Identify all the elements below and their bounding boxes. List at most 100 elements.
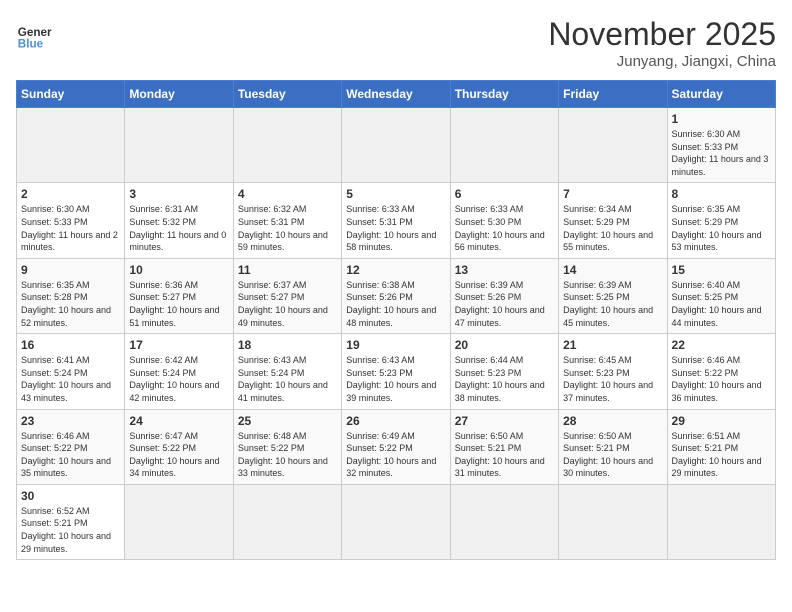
calendar-cell: 2 Sunrise: 6:30 AM Sunset: 5:33 PM Daylig… — [17, 183, 125, 258]
day-number: 30 — [21, 489, 120, 503]
calendar-week-0: 1Sunrise: 6:30 AM Sunset: 5:33 PM Daylig… — [17, 108, 776, 183]
day-number: 9 — [21, 263, 120, 277]
day-info: Sunrise: 6:33 AM Sunset: 5:31 PM Dayligh… — [346, 203, 445, 253]
day-number: 28 — [563, 414, 662, 428]
weekday-header-friday: Friday — [559, 81, 667, 108]
day-info: Sunrise: 6:44 AM Sunset: 5:23 PM Dayligh… — [455, 354, 554, 404]
calendar-cell: 24 Sunrise: 6:47 AM Sunset: 5:22 PM Dayli… — [125, 409, 233, 484]
calendar-week-2: 9 Sunrise: 6:35 AM Sunset: 5:28 PM Daylig… — [17, 258, 776, 333]
calendar-body: 1Sunrise: 6:30 AM Sunset: 5:33 PM Daylig… — [17, 108, 776, 560]
day-info: Sunrise: 6:39 AM Sunset: 5:26 PM Dayligh… — [455, 279, 554, 329]
day-info: Sunrise: 6:30 AM Sunset: 5:33 PM Dayligh… — [21, 203, 120, 253]
calendar-cell: 5 Sunrise: 6:33 AM Sunset: 5:31 PM Daylig… — [342, 183, 450, 258]
day-number: 29 — [672, 414, 771, 428]
day-info: Sunrise: 6:48 AM Sunset: 5:22 PM Dayligh… — [238, 430, 337, 480]
weekday-header-sunday: Sunday — [17, 81, 125, 108]
day-number: 20 — [455, 338, 554, 352]
day-number: 16 — [21, 338, 120, 352]
calendar-cell: 30 Sunrise: 6:52 AM Sunset: 5:21 PM Dayli… — [17, 484, 125, 559]
weekday-header-monday: Monday — [125, 81, 233, 108]
day-number: 27 — [455, 414, 554, 428]
day-number: 19 — [346, 338, 445, 352]
calendar-table: SundayMondayTuesdayWednesdayThursdayFrid… — [16, 80, 776, 560]
day-info: Sunrise: 6:39 AM Sunset: 5:25 PM Dayligh… — [563, 279, 662, 329]
calendar-cell: 1Sunrise: 6:30 AM Sunset: 5:33 PM Daylig… — [667, 108, 775, 183]
day-number: 23 — [21, 414, 120, 428]
weekday-header-thursday: Thursday — [450, 81, 558, 108]
calendar-cell — [559, 484, 667, 559]
page-header: General Blue November 2025 Junyang, Jian… — [16, 16, 776, 70]
calendar-cell — [559, 108, 667, 183]
calendar-cell: 26 Sunrise: 6:49 AM Sunset: 5:22 PM Dayli… — [342, 409, 450, 484]
day-number: 10 — [129, 263, 228, 277]
calendar-cell: 17 Sunrise: 6:42 AM Sunset: 5:24 PM Dayli… — [125, 334, 233, 409]
day-number: 5 — [346, 187, 445, 201]
calendar-week-1: 2 Sunrise: 6:30 AM Sunset: 5:33 PM Daylig… — [17, 183, 776, 258]
day-info: Sunrise: 6:32 AM Sunset: 5:31 PM Dayligh… — [238, 203, 337, 253]
day-info: Sunrise: 6:37 AM Sunset: 5:27 PM Dayligh… — [238, 279, 337, 329]
calendar-cell: 7Sunrise: 6:34 AM Sunset: 5:29 PM Daylig… — [559, 183, 667, 258]
day-number: 21 — [563, 338, 662, 352]
calendar-cell: 9 Sunrise: 6:35 AM Sunset: 5:28 PM Daylig… — [17, 258, 125, 333]
logo-icon: General Blue — [16, 16, 52, 52]
day-number: 17 — [129, 338, 228, 352]
weekday-header-tuesday: Tuesday — [233, 81, 341, 108]
calendar-cell: 29 Sunrise: 6:51 AM Sunset: 5:21 PM Dayli… — [667, 409, 775, 484]
day-info: Sunrise: 6:35 AM Sunset: 5:28 PM Dayligh… — [21, 279, 120, 329]
calendar-cell: 18 Sunrise: 6:43 AM Sunset: 5:24 PM Dayli… — [233, 334, 341, 409]
day-info: Sunrise: 6:45 AM Sunset: 5:23 PM Dayligh… — [563, 354, 662, 404]
day-info: Sunrise: 6:43 AM Sunset: 5:23 PM Dayligh… — [346, 354, 445, 404]
weekday-header-wednesday: Wednesday — [342, 81, 450, 108]
title-block: November 2025 Junyang, Jiangxi, China — [548, 16, 776, 70]
calendar-cell: 13Sunrise: 6:39 AM Sunset: 5:26 PM Dayli… — [450, 258, 558, 333]
calendar-cell: 27 Sunrise: 6:50 AM Sunset: 5:21 PM Dayli… — [450, 409, 558, 484]
calendar-cell: 10Sunrise: 6:36 AM Sunset: 5:27 PM Dayli… — [125, 258, 233, 333]
day-info: Sunrise: 6:42 AM Sunset: 5:24 PM Dayligh… — [129, 354, 228, 404]
calendar-cell: 8 Sunrise: 6:35 AM Sunset: 5:29 PM Daylig… — [667, 183, 775, 258]
day-number: 8 — [672, 187, 771, 201]
calendar-cell: 28Sunrise: 6:50 AM Sunset: 5:21 PM Dayli… — [559, 409, 667, 484]
day-number: 15 — [672, 263, 771, 277]
day-number: 18 — [238, 338, 337, 352]
calendar-cell: 19 Sunrise: 6:43 AM Sunset: 5:23 PM Dayli… — [342, 334, 450, 409]
calendar-cell: 23Sunrise: 6:46 AM Sunset: 5:22 PM Dayli… — [17, 409, 125, 484]
calendar-cell — [667, 484, 775, 559]
day-number: 3 — [129, 187, 228, 201]
calendar-cell: 16Sunrise: 6:41 AM Sunset: 5:24 PM Dayli… — [17, 334, 125, 409]
calendar-cell: 14 Sunrise: 6:39 AM Sunset: 5:25 PM Dayli… — [559, 258, 667, 333]
calendar-cell: 15Sunrise: 6:40 AM Sunset: 5:25 PM Dayli… — [667, 258, 775, 333]
day-info: Sunrise: 6:50 AM Sunset: 5:21 PM Dayligh… — [455, 430, 554, 480]
calendar-cell: 12Sunrise: 6:38 AM Sunset: 5:26 PM Dayli… — [342, 258, 450, 333]
day-info: Sunrise: 6:38 AM Sunset: 5:26 PM Dayligh… — [346, 279, 445, 329]
weekday-header-row: SundayMondayTuesdayWednesdayThursdayFrid… — [17, 81, 776, 108]
day-number: 26 — [346, 414, 445, 428]
svg-text:Blue: Blue — [18, 38, 44, 51]
calendar-cell: 4 Sunrise: 6:32 AM Sunset: 5:31 PM Daylig… — [233, 183, 341, 258]
calendar-cell: 3Sunrise: 6:31 AM Sunset: 5:32 PM Daylig… — [125, 183, 233, 258]
calendar-cell: 25Sunrise: 6:48 AM Sunset: 5:22 PM Dayli… — [233, 409, 341, 484]
calendar-week-4: 23Sunrise: 6:46 AM Sunset: 5:22 PM Dayli… — [17, 409, 776, 484]
day-number: 24 — [129, 414, 228, 428]
calendar-cell — [233, 108, 341, 183]
day-info: Sunrise: 6:47 AM Sunset: 5:22 PM Dayligh… — [129, 430, 228, 480]
calendar-week-3: 16Sunrise: 6:41 AM Sunset: 5:24 PM Dayli… — [17, 334, 776, 409]
weekday-header-saturday: Saturday — [667, 81, 775, 108]
day-info: Sunrise: 6:43 AM Sunset: 5:24 PM Dayligh… — [238, 354, 337, 404]
calendar-cell — [125, 484, 233, 559]
calendar-cell: 6Sunrise: 6:33 AM Sunset: 5:30 PM Daylig… — [450, 183, 558, 258]
day-number: 2 — [21, 187, 120, 201]
month-title: November 2025 — [548, 16, 776, 53]
day-info: Sunrise: 6:49 AM Sunset: 5:22 PM Dayligh… — [346, 430, 445, 480]
calendar-cell: 11Sunrise: 6:37 AM Sunset: 5:27 PM Dayli… — [233, 258, 341, 333]
logo: General Blue — [16, 16, 52, 52]
day-info: Sunrise: 6:52 AM Sunset: 5:21 PM Dayligh… — [21, 505, 120, 555]
day-number: 6 — [455, 187, 554, 201]
day-number: 14 — [563, 263, 662, 277]
day-info: Sunrise: 6:51 AM Sunset: 5:21 PM Dayligh… — [672, 430, 771, 480]
day-number: 4 — [238, 187, 337, 201]
calendar-cell: 20 Sunrise: 6:44 AM Sunset: 5:23 PM Dayli… — [450, 334, 558, 409]
calendar-cell — [450, 108, 558, 183]
day-number: 22 — [672, 338, 771, 352]
day-info: Sunrise: 6:30 AM Sunset: 5:33 PM Dayligh… — [672, 128, 771, 178]
day-info: Sunrise: 6:35 AM Sunset: 5:29 PM Dayligh… — [672, 203, 771, 253]
